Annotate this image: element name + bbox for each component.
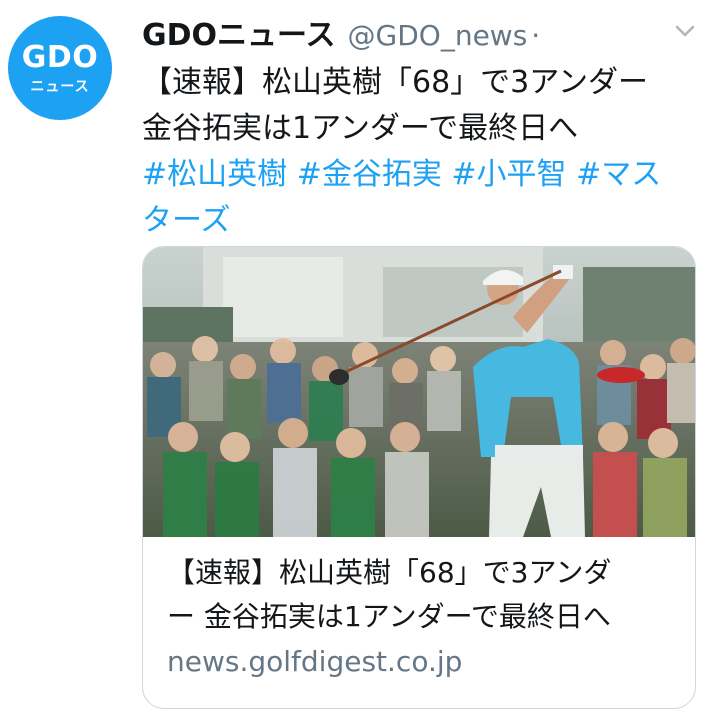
avatar-logo-sub: ニュース [30, 79, 90, 95]
tweet-header: GDOニュース @GDO_news · [142, 10, 702, 56]
avatar[interactable]: GDO ニュース [8, 16, 112, 120]
hashtag-link[interactable]: #金谷拓実 [297, 157, 442, 192]
avatar-logo-text: GDO [21, 40, 99, 75]
card-title-line: ー 金谷拓実は1アンダーで最終日へ [167, 600, 611, 633]
tweet-text: 【速報】松山英樹「68」で3アンダー 金谷拓実は1アンダーで最終日へ #松山英樹… [142, 60, 702, 244]
golf-photo-image[interactable] [143, 247, 695, 537]
hashtag-link[interactable]: #松山英樹 [142, 157, 287, 192]
card-domain[interactable]: news.golfdigest.co.jp [167, 645, 462, 678]
tweet-text-line: 【速報】松山英樹「68」で3アンダー [142, 65, 649, 100]
tweet-text-line: 金谷拓実は1アンダーで最終日へ [142, 111, 579, 146]
hashtag-link-continued[interactable]: ターズ [142, 198, 702, 244]
chevron-down-icon[interactable] [672, 18, 698, 44]
card-title[interactable]: 【速報】松山英樹「68」で3アンダ ー 金谷拓実は1アンダーで最終日へ [167, 551, 677, 639]
hashtag-link[interactable]: #マス [576, 157, 661, 192]
link-card[interactable]: 【速報】松山英樹「68」で3アンダ ー 金谷拓実は1アンダーで最終日へ news… [142, 246, 696, 709]
hashtag-link[interactable]: #小平智 [451, 157, 566, 192]
card-title-line: 【速報】松山英樹「68」で3アンダ [167, 556, 612, 589]
header-separator: · [531, 19, 541, 52]
hashtag-line: #松山英樹 #金谷拓実 #小平智 #マス [142, 152, 702, 198]
author-handle[interactable]: @GDO_news [348, 19, 528, 52]
author-name[interactable]: GDOニュース [142, 18, 336, 53]
